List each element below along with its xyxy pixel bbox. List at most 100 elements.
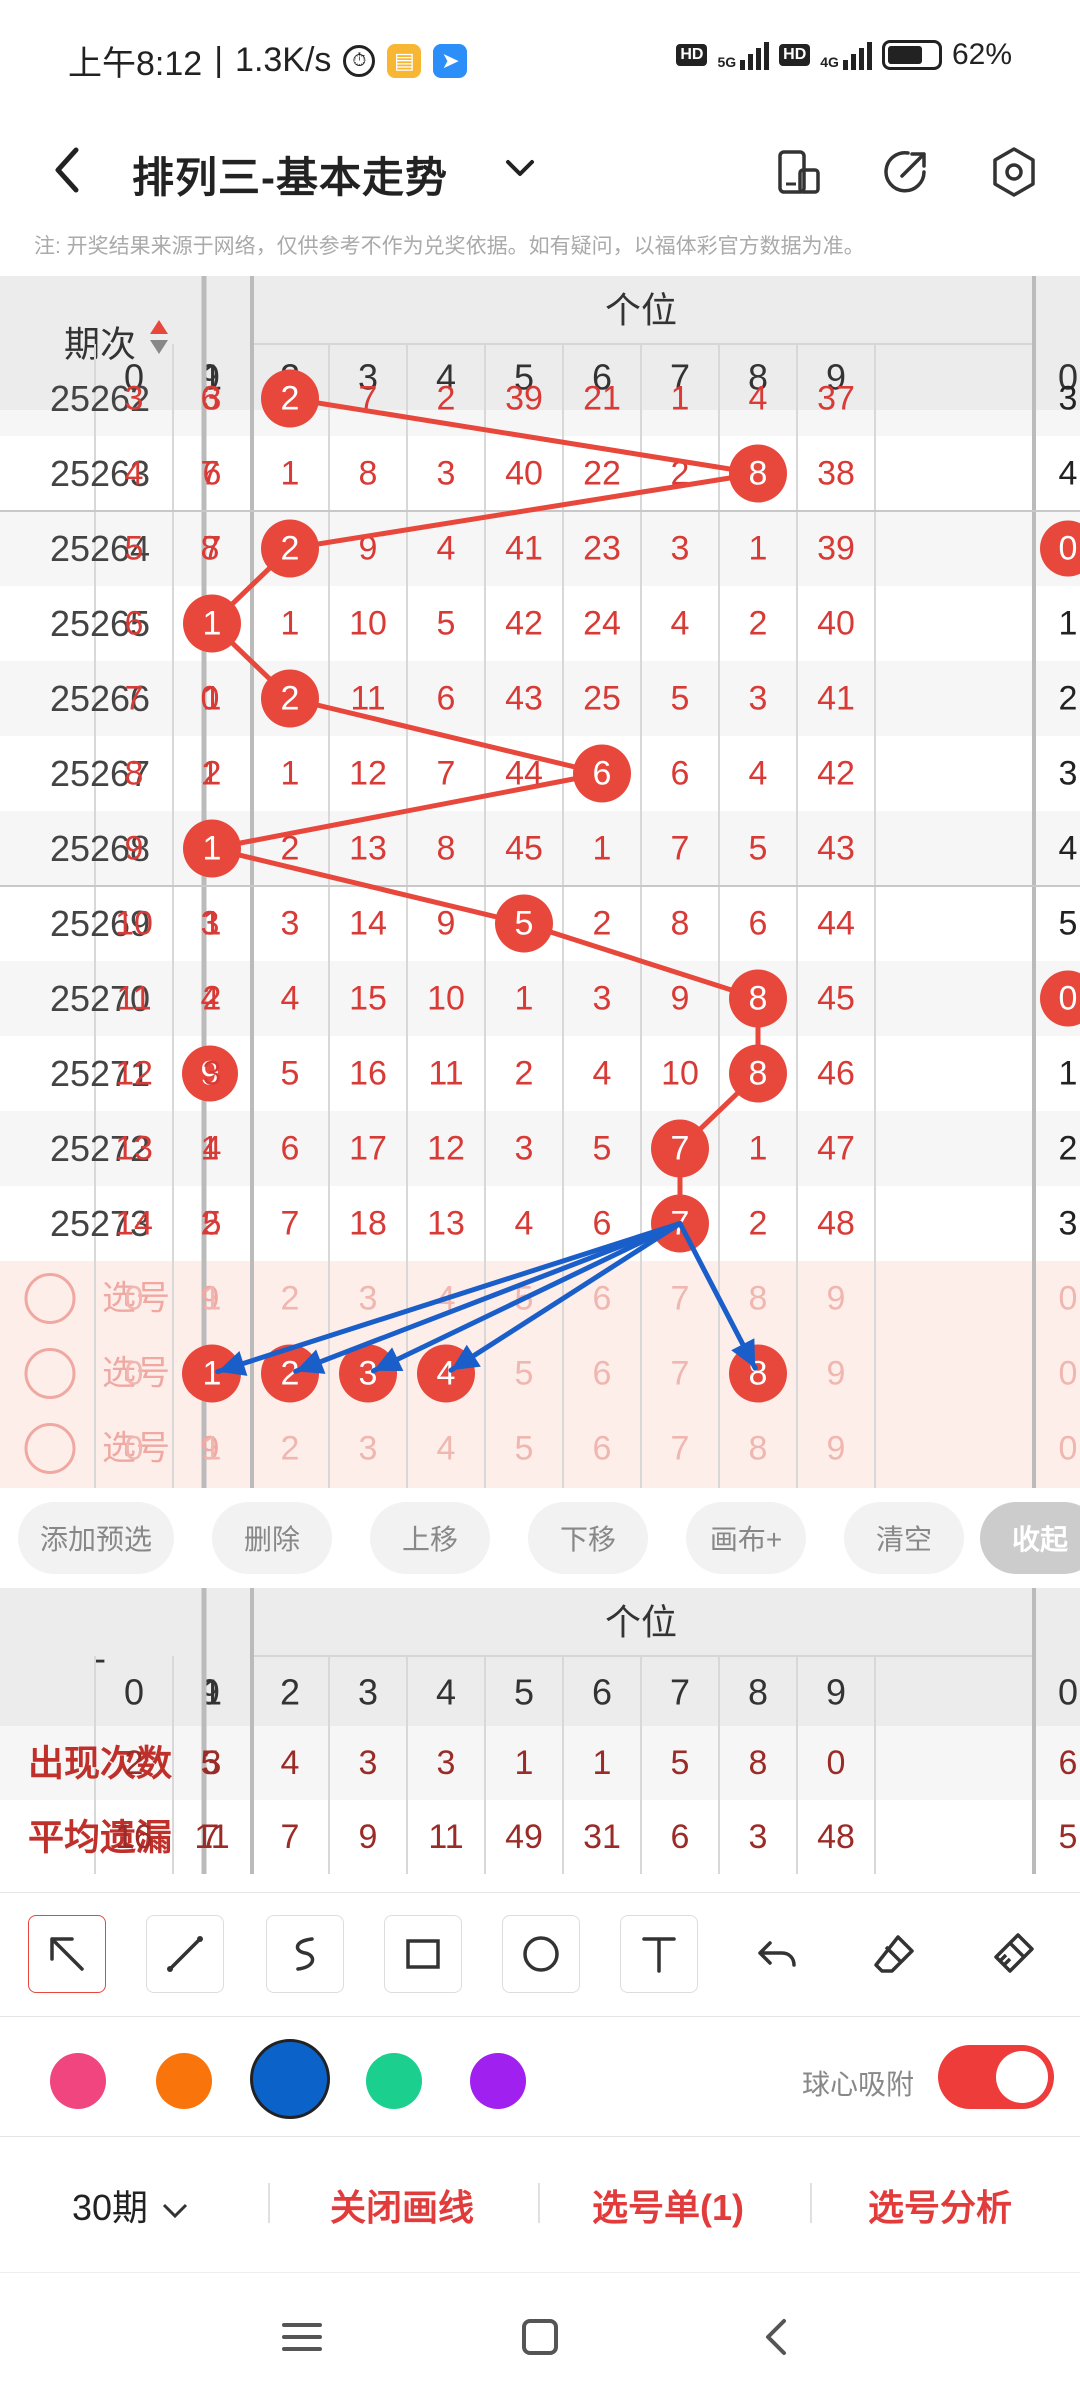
miss-count: 10 [661,1055,699,1093]
cell-next: 1 [1059,605,1078,643]
cell-next: 3 [1059,755,1078,793]
move-up-button[interactable]: 上移 [370,1502,491,1574]
color-swatch-pink[interactable] [50,2053,106,2109]
share-icon[interactable] [878,144,934,200]
miss-count: 1 [749,530,768,568]
period-count-select[interactable]: 30期 [72,2179,192,2231]
miss-count: 5 [125,530,144,568]
stats-value: 1 [515,1744,534,1782]
miss-count: 8 [359,455,378,493]
hit-ball-text: 8 [749,980,768,1018]
miss-count: 12 [115,1055,153,1093]
miss-count: 13 [349,830,387,868]
battery-icon [881,40,942,70]
trend-chart[interactable]: 个位期次901234567890252626337239211437325263… [0,276,1080,1488]
freehand-icon[interactable] [266,1915,344,1993]
snap-toggle[interactable] [938,2045,1054,2109]
color-palette: 球心吸附 [0,2016,1080,2136]
color-swatch-blue[interactable] [250,2039,330,2119]
eraser-icon[interactable] [856,1915,934,1993]
hit-ball-text: 1 [203,830,222,868]
stats-col-digit: 9 [826,1672,846,1713]
close-draw-button[interactable]: 关闭画线 [330,2179,474,2231]
miss-count: 3 [515,1130,534,1168]
pick-analysis-button[interactable]: 选号分析 [868,2179,1012,2231]
miss-count: 5 [671,680,690,718]
phone-landscape-icon[interactable] [770,144,826,200]
pick-ball-text: 3 [359,1355,378,1393]
canvas-add-button[interactable]: 画布+ [686,1502,807,1574]
home-icon[interactable] [508,2305,572,2369]
miss-count: 12 [349,755,387,793]
miss-count: 10 [427,980,465,1018]
hit-ball-text: 8 [749,1055,768,1093]
delete-button[interactable]: 删除 [212,1502,333,1574]
clear-button[interactable]: 清空 [844,1502,965,1574]
color-swatch-orange[interactable] [156,2053,212,2109]
miss-count: 5 [593,1130,612,1168]
circle-icon[interactable] [502,1915,580,1993]
miss-count: 2 [593,905,612,943]
clear-brush-icon[interactable] [974,1915,1052,1993]
hit-ball-text: 5 [515,905,534,943]
status-time: 上午8:12 [68,45,203,83]
collapse-button[interactable]: 收起 [980,1502,1080,1574]
page-title[interactable]: 排列三-基本走势 [132,144,448,205]
pick-digit: 5 [515,1430,534,1468]
cell-next: 2 [1059,680,1078,718]
line-icon[interactable] [146,1915,224,1993]
rectangle-icon[interactable] [384,1915,462,1993]
chevron-left-icon[interactable] [40,140,100,200]
text-icon[interactable] [620,1915,698,1993]
miss-count: 8 [437,830,456,868]
arrow-pointer-icon[interactable] [28,1915,106,1993]
miss-count: 6 [125,605,144,643]
pick-list-button[interactable]: 选号单(1) [592,2179,744,2231]
stats-value: 2 [125,1744,144,1782]
miss-count: 4 [749,380,768,418]
table-row-bg [0,1111,1080,1186]
pick-digit: 2 [281,1280,300,1318]
stats-value: 11 [428,1818,463,1856]
disclaimer-notice: 注: 开奖结果来源于网络，仅供参考不作为兑奖依据。如有疑问，以福体彩官方数据为准… [34,235,865,258]
back-icon[interactable] [746,2305,810,2369]
color-swatch-green[interactable] [366,2053,422,2109]
miss-count: 44 [817,905,855,943]
cell-next: 3 [1059,380,1078,418]
stats-value: 31 [583,1818,621,1856]
settings-icon[interactable] [986,144,1042,200]
menu-icon[interactable] [270,2305,334,2369]
miss-count: 1 [593,830,612,868]
miss-count: 3 [203,380,222,418]
miss-count: 13 [427,1205,465,1243]
pick-digit: 5 [515,1355,534,1393]
miss-count: 4 [203,1130,222,1168]
miss-count: 2 [749,605,768,643]
miss-count: 7 [125,680,144,718]
pick-digit: 6 [593,1280,612,1318]
trend-chart-svg[interactable]: 个位期次901234567890252626337239211437325263… [0,276,1080,1488]
pick-digit: 3 [359,1280,378,1318]
pick-digit: 8 [749,1280,768,1318]
pick-digit: 1 [203,1280,222,1318]
table-row-bg [0,1036,1080,1111]
hit-ball-text: 2 [281,680,300,718]
move-down-button[interactable]: 下移 [528,1502,649,1574]
pick-next: 0 [1059,1355,1078,1393]
hit-ball-text: 8 [749,455,768,493]
miss-count: 3 [749,680,768,718]
cell-next: 5 [1059,905,1078,943]
stats-col-digit: 0 [124,1672,144,1713]
stats-next: 6 [1059,1744,1078,1782]
miss-count: 13 [115,1130,153,1168]
miss-count: 40 [505,455,543,493]
stats-section-title: 个位 [605,1602,677,1643]
hit-ball-text: 1 [203,605,222,643]
notes-app-icon: ▤ [387,43,422,78]
undo-icon[interactable] [738,1915,816,1993]
color-swatch-purple[interactable] [470,2053,526,2109]
chevron-down-icon[interactable] [500,148,540,188]
stats-value: 3 [749,1818,768,1856]
cell-next: 1 [1059,1055,1078,1093]
add-preselect-button[interactable]: 添加预选 [18,1502,175,1574]
